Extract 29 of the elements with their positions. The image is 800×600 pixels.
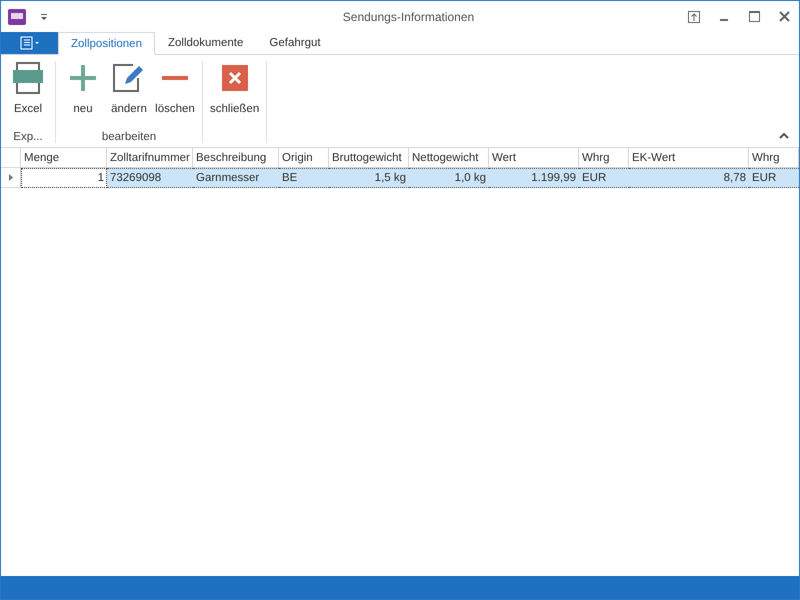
ribbon-button[interactable]: schließen bbox=[207, 61, 262, 143]
group-label: bearbeiten bbox=[100, 131, 158, 143]
table-cell: Garnmesser bbox=[193, 168, 279, 188]
table-cell: 1,5 kg bbox=[329, 168, 409, 188]
table-cell: EUR bbox=[749, 168, 799, 188]
collapse-icon[interactable] bbox=[779, 132, 789, 139]
table-cell: 1,0 kg bbox=[409, 168, 489, 188]
plus-icon bbox=[70, 65, 96, 91]
spreadsheet-icon bbox=[13, 62, 43, 94]
close-icon bbox=[222, 65, 248, 91]
ribbon-button[interactable]: ändern bbox=[106, 61, 152, 131]
ribbon-button[interactable]: Excel bbox=[5, 61, 51, 131]
group-label: Exp... bbox=[12, 131, 44, 143]
dropdown-icon[interactable] bbox=[40, 12, 48, 20]
minus-icon bbox=[162, 76, 188, 80]
table-cell: 73269098 bbox=[107, 168, 193, 188]
table-cell: 1 bbox=[21, 168, 107, 188]
pencil-edit-icon bbox=[113, 64, 145, 92]
table-cell: 1.199,99 bbox=[489, 168, 579, 188]
table-cell: BE bbox=[279, 168, 329, 188]
table-cell: 8,78 bbox=[629, 168, 749, 188]
ribbon-tab[interactable]: Zollpositionen bbox=[58, 32, 155, 55]
window-title: Sendungs-Informationen bbox=[342, 10, 476, 24]
menu-button[interactable] bbox=[1, 32, 58, 54]
row-indicator-icon bbox=[8, 174, 12, 181]
table-cell: EUR bbox=[579, 168, 629, 188]
ribbon-button[interactable]: löschen bbox=[152, 61, 198, 131]
ribbon-button[interactable]: neu bbox=[60, 61, 106, 131]
document-menu-icon bbox=[20, 36, 40, 50]
